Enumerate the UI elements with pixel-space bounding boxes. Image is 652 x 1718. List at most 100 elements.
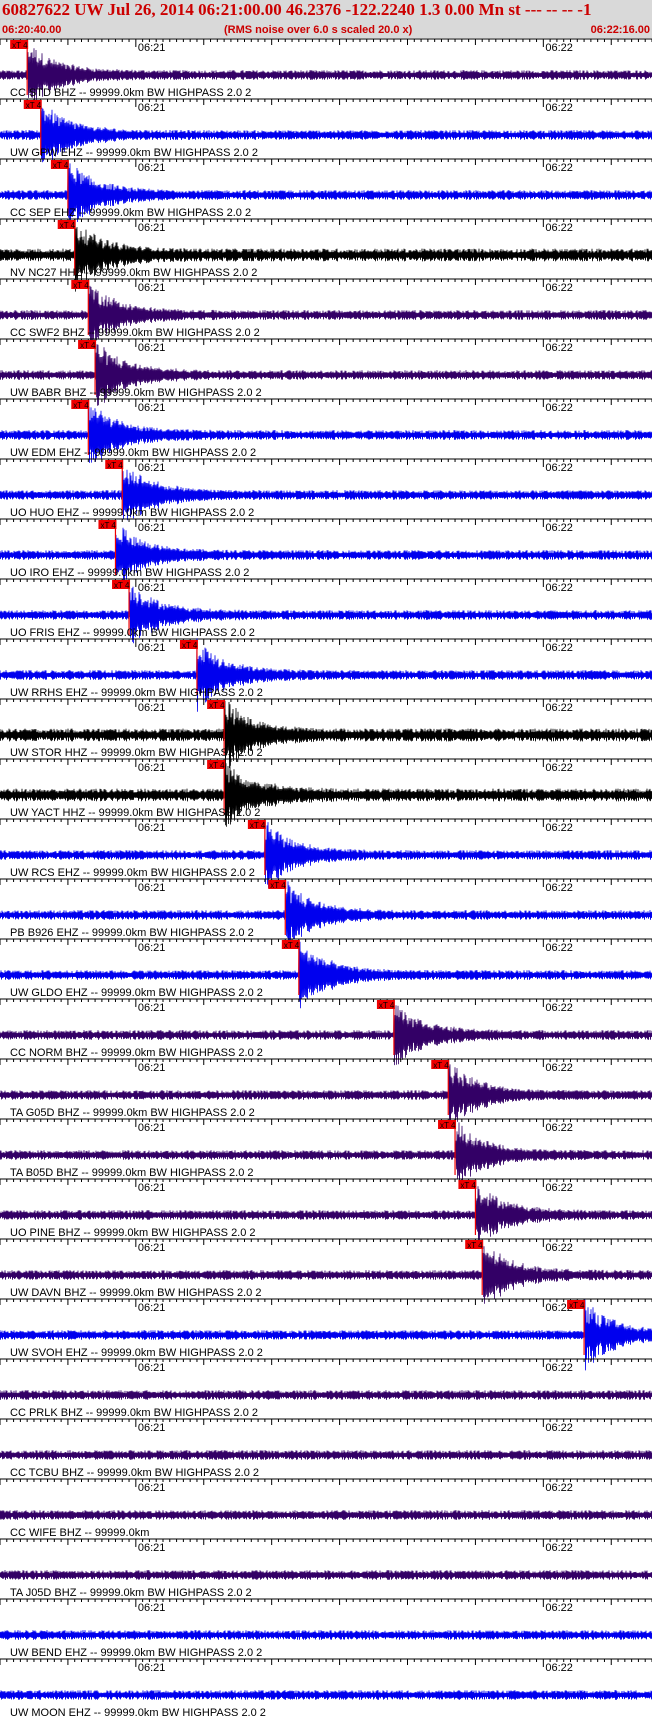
- pick-marker: xT 4: [567, 1300, 586, 1355]
- station-label: UO PINE BHZ -- 99999.0km BW HIGHPASS 2.0…: [10, 1227, 256, 1239]
- trace-row: 06:21 06:22 xT 4 TA B05D BHZ -- 99999.0km B…: [0, 1118, 652, 1188]
- tick-label: 06:22: [545, 1602, 573, 1614]
- station-label: CC WIFE BHZ -- 99999.0km: [10, 1527, 149, 1539]
- trace-row: 06:21 06:22 xT 4 CC SEP EHZ -- 99999.0km BW…: [0, 158, 652, 227]
- trace-row: 06:21 06:22 xT 4 UW DAVN BHZ -- 99999.0km B…: [0, 1238, 652, 1304]
- tick-label: 06:21: [138, 1662, 166, 1674]
- tick-label: 06:22: [545, 1422, 573, 1434]
- tick-label: 06:21: [138, 822, 166, 834]
- tick-label: 06:21: [138, 42, 166, 54]
- tick-label: 06:22: [545, 102, 573, 114]
- station-label: TA J05D BHZ -- 99999.0km BW HIGHPASS 2.0…: [10, 1587, 252, 1599]
- tick-label: 06:21: [138, 1542, 166, 1554]
- station-label: UO IRO EHZ -- 99999.0km BW HIGHPASS 2.0 …: [10, 567, 249, 579]
- tick-label: 06:21: [138, 462, 166, 474]
- end-time-label: 06:22:16.00: [590, 24, 650, 36]
- station-label: UW EDM EHZ -- 99999.0km BW HIGHPASS 2.0 …: [10, 447, 256, 459]
- pick-label: xT 4: [73, 281, 89, 290]
- trace-row: 06:21 06:22 xT 4 UW GLDO EHZ -- 99999.0km B…: [0, 938, 652, 1009]
- waveform-trace: [0, 1690, 652, 1700]
- trace-row: 06:21 06:22 xT 4 UO IRO EHZ -- 99999.0km BW…: [0, 518, 652, 583]
- tick-label: 06:21: [138, 102, 166, 114]
- tick-label: 06:22: [545, 222, 573, 234]
- pick-label: xT 4: [26, 101, 42, 110]
- trace-row: 06:21 06:22 xT 4 CC NORM BHZ -- 99999.0km B…: [0, 998, 652, 1066]
- station-label: UO FRIS EHZ -- 99999.0km BW HIGHPASS 2.0…: [10, 627, 255, 639]
- tick-label: 06:21: [138, 1302, 166, 1314]
- trace-row: 06:21 06:22 xT 4 UW YACT HHZ -- 99999.0km B…: [0, 758, 652, 827]
- pick-label: xT 4: [284, 941, 300, 950]
- tick-label: 06:21: [138, 882, 166, 894]
- tick-label: 06:21: [138, 942, 166, 954]
- tick-label: 06:22: [545, 1122, 573, 1134]
- trace-row: 06:21 06:22 xT 4 CC SWF2 BHZ -- 99999.0km B…: [0, 278, 652, 345]
- tick-label: 06:22: [545, 882, 573, 894]
- seismogram-plot: 06:21 06:22 xT 4 CC STD BHZ -- 99999.0km BW…: [0, 38, 652, 1718]
- tick-label: 06:22: [545, 402, 573, 414]
- trace-row: 06:21 06:22 xT 4 UO PINE BHZ -- 99999.0km B…: [0, 1178, 652, 1244]
- waveform-trace: [0, 1630, 652, 1640]
- station-label: UO HUO EHZ -- 99999.0km BW HIGHPASS 2.0 …: [10, 507, 254, 519]
- tick-label: 06:21: [138, 282, 166, 294]
- tick-label: 06:21: [138, 222, 166, 234]
- tick-label: 06:21: [138, 1422, 166, 1434]
- tick-label: 06:22: [545, 1182, 573, 1194]
- pick-label: xT 4: [114, 581, 130, 590]
- trace-row: 06:21 06:22 xT 4 UO FRIS EHZ -- 99999.0km B…: [0, 578, 652, 644]
- tick-label: 06:22: [545, 1362, 573, 1374]
- pick-label: xT 4: [80, 341, 96, 350]
- station-label: TA B05D BHZ -- 99999.0km BW HIGHPASS 2.0…: [10, 1167, 254, 1179]
- tick-label: 06:21: [138, 702, 166, 714]
- station-label: CC PRLK BHZ -- 99999.0km BW HIGHPASS 2.0…: [10, 1407, 258, 1419]
- pick-label: xT 4: [12, 41, 28, 50]
- station-label: PB B926 EHZ -- 99999.0km BW HIGHPASS 2.0…: [10, 927, 254, 939]
- pick-label: xT 4: [107, 461, 123, 470]
- tick-label: 06:21: [138, 1182, 166, 1194]
- tick-label: 06:21: [138, 522, 166, 534]
- tick-label: 06:21: [138, 342, 166, 354]
- station-label: UW RCS EHZ -- 99999.0km BW HIGHPASS 2.0 …: [10, 867, 255, 879]
- tick-label: 06:21: [138, 162, 166, 174]
- tick-label: 06:22: [545, 1542, 573, 1554]
- station-label: CC TCBU BHZ -- 99999.0km BW HIGHPASS 2.0…: [10, 1467, 259, 1479]
- header-bar: 60827622 UW Jul 26, 2014 06:21:00.00 46.…: [0, 0, 652, 38]
- tick-label: 06:21: [138, 1602, 166, 1614]
- tick-label: 06:22: [545, 522, 573, 534]
- station-label: UW BABR BHZ -- 99999.0km BW HIGHPASS 2.0…: [10, 387, 262, 399]
- station-label: UW GLDO EHZ -- 99999.0km BW HIGHPASS 2.0…: [10, 987, 263, 999]
- trace-row: 06:21 06:22 CC PRLK BHZ -- 99999.0km BW HI…: [0, 1358, 652, 1419]
- waveform-trace: [0, 1510, 652, 1520]
- pick-label: xT 4: [250, 821, 266, 830]
- pick-label: xT 4: [569, 1301, 585, 1310]
- pick-marker: xT 4: [268, 880, 287, 935]
- trace-row: 06:21 06:22 xT 4 TA G05D BHZ -- 99999.0km B…: [0, 1058, 652, 1126]
- pick-label: xT 4: [440, 1121, 456, 1130]
- station-label: CC NORM BHZ -- 99999.0km BW HIGHPASS 2.0…: [10, 1047, 263, 1059]
- pick-label: xT 4: [270, 881, 286, 890]
- tick-label: 06:22: [545, 342, 573, 354]
- pick-marker: xT 4: [438, 1120, 457, 1175]
- tick-label: 06:22: [545, 822, 573, 834]
- trace-row: 06:21 06:22 xT 4 UW RCS EHZ -- 99999.0km BW…: [0, 818, 652, 888]
- pick-label: xT 4: [73, 401, 89, 410]
- trace-row: 06:21 06:22 xT 4 UO HUO EHZ -- 99999.0km BW…: [0, 458, 652, 521]
- tick-label: 06:22: [545, 942, 573, 954]
- tick-label: 06:22: [545, 642, 573, 654]
- tick-label: 06:21: [138, 582, 166, 594]
- start-time-label: 06:20:40.00: [2, 24, 62, 36]
- station-label: UW DAVN BHZ -- 99999.0km BW HIGHPASS 2.0…: [10, 1287, 261, 1299]
- tick-label: 06:21: [138, 1002, 166, 1014]
- pick-label: xT 4: [379, 1001, 395, 1010]
- station-label: CC SWF2 BHZ -- 99999.0km BW HIGHPASS 2.0…: [10, 327, 260, 339]
- pick-marker: xT 4: [376, 1000, 395, 1055]
- trace-row: 06:21 06:22 CC WIFE BHZ -- 99999.0km: [0, 1478, 652, 1539]
- station-label: UW YACT HHZ -- 99999.0km BW HIGHPASS 2.0…: [10, 807, 260, 819]
- pick-label: xT 4: [433, 1061, 449, 1070]
- pick-label: xT 4: [100, 521, 116, 530]
- station-label: UW BEND EHZ -- 99999.0km BW HIGHPASS 2.0…: [10, 1647, 262, 1659]
- trace-row: 06:21 06:22 TA J05D BHZ -- 99999.0km BW HI…: [0, 1538, 652, 1599]
- tick-label: 06:22: [545, 1482, 573, 1494]
- tick-label: 06:21: [138, 642, 166, 654]
- tick-label: 06:21: [138, 1482, 166, 1494]
- tick-label: 06:21: [138, 1362, 166, 1374]
